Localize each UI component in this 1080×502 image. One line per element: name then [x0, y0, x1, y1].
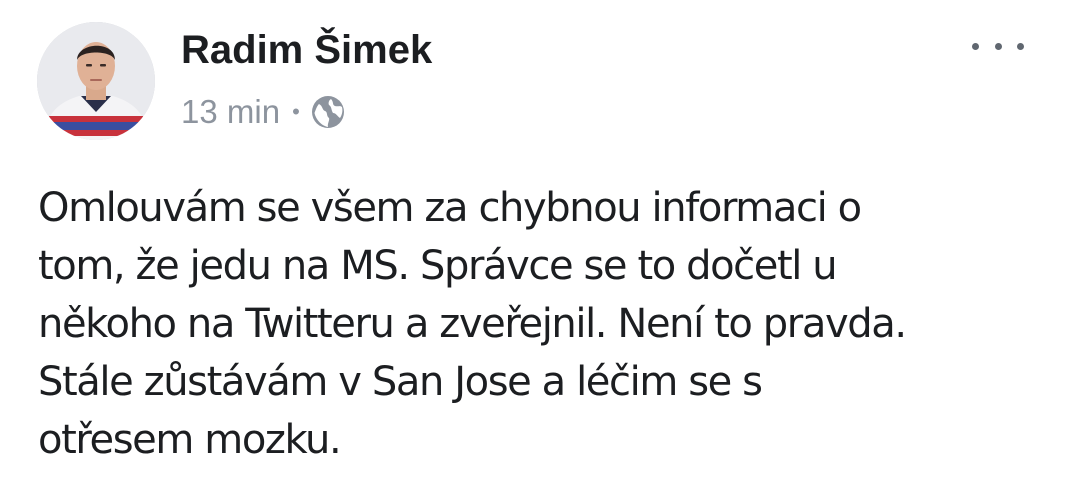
post-meta: 13 min •	[181, 90, 346, 134]
more-options-icon[interactable]	[972, 32, 1024, 60]
avatar[interactable]	[37, 22, 155, 140]
meta-separator: •	[292, 99, 300, 124]
globe-icon[interactable]	[310, 94, 346, 130]
post-text-line: otřesem mozku.	[38, 417, 342, 463]
post-body: Omlouvám se všem za chybnou informaci o …	[38, 179, 1068, 469]
post-timestamp[interactable]: 13 min	[181, 93, 280, 131]
more-dot-2	[994, 42, 1002, 50]
facebook-post: Radim Šimek 13 min • Omlouvám se všem za…	[0, 0, 1080, 502]
author-name[interactable]: Radim Šimek	[181, 24, 432, 76]
post-text-line: tom, že jedu na MS. Správce se to dočetl…	[38, 243, 838, 289]
avatar-image	[37, 22, 155, 140]
more-dot-3	[1017, 42, 1024, 50]
post-text-line: Stále zůstávám v San Jose a léčim se s	[38, 359, 763, 405]
post-text-line: někoho na Twitteru a zveřejnil. Není to …	[38, 301, 907, 347]
more-dot-1	[972, 42, 979, 50]
post-text-line: Omlouvám se všem za chybnou informaci o	[38, 185, 862, 231]
